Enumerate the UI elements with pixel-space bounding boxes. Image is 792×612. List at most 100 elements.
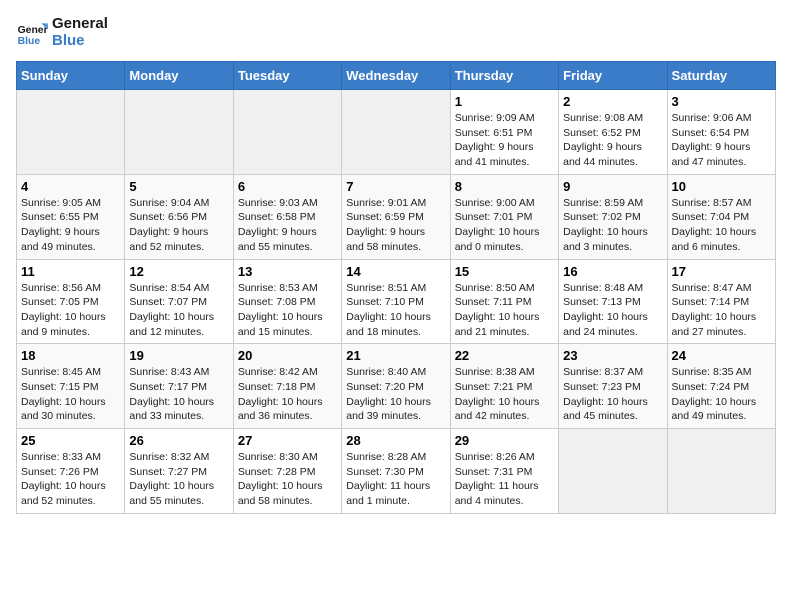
day-number: 15 (455, 264, 554, 279)
day-info: Sunrise: 8:37 AM Sunset: 7:23 PM Dayligh… (563, 365, 662, 424)
day-info: Sunrise: 8:35 AM Sunset: 7:24 PM Dayligh… (672, 365, 771, 424)
day-number: 9 (563, 179, 662, 194)
calendar-cell: 18 Sunrise: 8:45 AM Sunset: 7:15 PM Dayli… (17, 344, 125, 429)
svg-text:Blue: Blue (18, 36, 41, 47)
day-info: Sunrise: 9:05 AM Sunset: 6:55 PM Dayligh… (21, 196, 120, 255)
day-info: Sunrise: 8:26 AM Sunset: 7:31 PM Dayligh… (455, 450, 554, 509)
day-number: 2 (563, 94, 662, 109)
calendar-cell: 15 Sunrise: 8:50 AM Sunset: 7:11 PM Dayli… (450, 259, 558, 344)
day-info: Sunrise: 8:45 AM Sunset: 7:15 PM Dayligh… (21, 365, 120, 424)
weekday-header-saturday: Saturday (667, 62, 775, 90)
day-number: 4 (21, 179, 120, 194)
day-number: 5 (129, 179, 228, 194)
day-number: 26 (129, 433, 228, 448)
day-number: 22 (455, 348, 554, 363)
day-number: 23 (563, 348, 662, 363)
calendar-cell: 9 Sunrise: 8:59 AM Sunset: 7:02 PM Daylig… (559, 174, 667, 259)
calendar-cell: 26 Sunrise: 8:32 AM Sunset: 7:27 PM Dayli… (125, 429, 233, 514)
day-info: Sunrise: 8:32 AM Sunset: 7:27 PM Dayligh… (129, 450, 228, 509)
day-number: 14 (346, 264, 445, 279)
day-info: Sunrise: 8:30 AM Sunset: 7:28 PM Dayligh… (238, 450, 337, 509)
day-info: Sunrise: 9:09 AM Sunset: 6:51 PM Dayligh… (455, 111, 554, 170)
day-info: Sunrise: 9:03 AM Sunset: 6:58 PM Dayligh… (238, 196, 337, 255)
day-number: 25 (21, 433, 120, 448)
day-number: 28 (346, 433, 445, 448)
day-number: 16 (563, 264, 662, 279)
day-number: 12 (129, 264, 228, 279)
calendar-cell (667, 429, 775, 514)
calendar-cell: 7Sunrise: 9:01 AM Sunset: 6:59 PM Daylig… (342, 174, 450, 259)
day-number: 1 (455, 94, 554, 109)
calendar-cell: 2Sunrise: 9:08 AM Sunset: 6:52 PM Daylig… (559, 90, 667, 175)
calendar-cell: 25 Sunrise: 8:33 AM Sunset: 7:26 PM Dayli… (17, 429, 125, 514)
day-number: 18 (21, 348, 120, 363)
day-number: 20 (238, 348, 337, 363)
calendar-cell: 8 Sunrise: 9:00 AM Sunset: 7:01 PM Daylig… (450, 174, 558, 259)
calendar-cell: 4 Sunrise: 9:05 AM Sunset: 6:55 PM Daylig… (17, 174, 125, 259)
calendar-cell: 10 Sunrise: 8:57 AM Sunset: 7:04 PM Dayli… (667, 174, 775, 259)
day-info: Sunrise: 8:33 AM Sunset: 7:26 PM Dayligh… (21, 450, 120, 509)
calendar-cell: 24 Sunrise: 8:35 AM Sunset: 7:24 PM Dayli… (667, 344, 775, 429)
calendar-cell (233, 90, 341, 175)
day-info: Sunrise: 8:47 AM Sunset: 7:14 PM Dayligh… (672, 281, 771, 340)
day-info: Sunrise: 8:59 AM Sunset: 7:02 PM Dayligh… (563, 196, 662, 255)
logo-icon: General Blue (16, 17, 48, 49)
calendar-cell: 12 Sunrise: 8:54 AM Sunset: 7:07 PM Dayli… (125, 259, 233, 344)
day-info: Sunrise: 8:40 AM Sunset: 7:20 PM Dayligh… (346, 365, 445, 424)
calendar-cell: 17 Sunrise: 8:47 AM Sunset: 7:14 PM Dayli… (667, 259, 775, 344)
weekday-header-tuesday: Tuesday (233, 62, 341, 90)
calendar-week-1: 1 Sunrise: 9:09 AM Sunset: 6:51 PM Daylig… (17, 90, 776, 175)
day-number: 24 (672, 348, 771, 363)
weekday-header-friday: Friday (559, 62, 667, 90)
day-info: Sunrise: 8:50 AM Sunset: 7:11 PM Dayligh… (455, 281, 554, 340)
day-info: Sunrise: 8:54 AM Sunset: 7:07 PM Dayligh… (129, 281, 228, 340)
calendar-cell: 5 Sunrise: 9:04 AM Sunset: 6:56 PM Daylig… (125, 174, 233, 259)
day-number: 11 (21, 264, 120, 279)
day-info: Sunrise: 8:57 AM Sunset: 7:04 PM Dayligh… (672, 196, 771, 255)
day-info: Sunrise: 8:28 AM Sunset: 7:30 PM Dayligh… (346, 450, 445, 509)
day-info: Sunrise: 8:38 AM Sunset: 7:21 PM Dayligh… (455, 365, 554, 424)
calendar-cell: 21Sunrise: 8:40 AM Sunset: 7:20 PM Dayli… (342, 344, 450, 429)
calendar-cell: 29 Sunrise: 8:26 AM Sunset: 7:31 PM Dayli… (450, 429, 558, 514)
logo-general-text: General (52, 16, 108, 33)
day-number: 27 (238, 433, 337, 448)
day-number: 17 (672, 264, 771, 279)
svg-text:General: General (18, 25, 48, 36)
weekday-header-wednesday: Wednesday (342, 62, 450, 90)
calendar-table: SundayMondayTuesdayWednesdayThursdayFrid… (16, 61, 776, 514)
day-info: Sunrise: 9:01 AM Sunset: 6:59 PM Dayligh… (346, 196, 445, 255)
calendar-week-3: 11 Sunrise: 8:56 AM Sunset: 7:05 PM Dayli… (17, 259, 776, 344)
day-info: Sunrise: 8:51 AM Sunset: 7:10 PM Dayligh… (346, 281, 445, 340)
calendar-cell: 14 Sunrise: 8:51 AM Sunset: 7:10 PM Dayli… (342, 259, 450, 344)
calendar-cell: 20 Sunrise: 8:42 AM Sunset: 7:18 PM Dayli… (233, 344, 341, 429)
calendar-cell (559, 429, 667, 514)
day-info: Sunrise: 8:42 AM Sunset: 7:18 PM Dayligh… (238, 365, 337, 424)
day-number: 6 (238, 179, 337, 194)
day-info: Sunrise: 8:56 AM Sunset: 7:05 PM Dayligh… (21, 281, 120, 340)
page-header: General Blue General Blue (16, 16, 776, 49)
calendar-cell: 28 Sunrise: 8:28 AM Sunset: 7:30 PM Dayli… (342, 429, 450, 514)
calendar-week-4: 18 Sunrise: 8:45 AM Sunset: 7:15 PM Dayli… (17, 344, 776, 429)
calendar-week-5: 25 Sunrise: 8:33 AM Sunset: 7:26 PM Dayli… (17, 429, 776, 514)
day-info: Sunrise: 8:48 AM Sunset: 7:13 PM Dayligh… (563, 281, 662, 340)
calendar-week-2: 4 Sunrise: 9:05 AM Sunset: 6:55 PM Daylig… (17, 174, 776, 259)
day-info: Sunrise: 8:53 AM Sunset: 7:08 PM Dayligh… (238, 281, 337, 340)
calendar-cell (342, 90, 450, 175)
day-number: 13 (238, 264, 337, 279)
weekday-header-thursday: Thursday (450, 62, 558, 90)
calendar-cell: 13 Sunrise: 8:53 AM Sunset: 7:08 PM Dayli… (233, 259, 341, 344)
calendar-cell: 23 Sunrise: 8:37 AM Sunset: 7:23 PM Dayli… (559, 344, 667, 429)
calendar-cell: 27 Sunrise: 8:30 AM Sunset: 7:28 PM Dayli… (233, 429, 341, 514)
weekday-header-sunday: Sunday (17, 62, 125, 90)
day-number: 10 (672, 179, 771, 194)
day-number: 8 (455, 179, 554, 194)
calendar-cell: 1 Sunrise: 9:09 AM Sunset: 6:51 PM Daylig… (450, 90, 558, 175)
day-number: 29 (455, 433, 554, 448)
day-number: 3 (672, 94, 771, 109)
calendar-cell: 3 Sunrise: 9:06 AM Sunset: 6:54 PM Daylig… (667, 90, 775, 175)
day-info: Sunrise: 9:06 AM Sunset: 6:54 PM Dayligh… (672, 111, 771, 170)
day-info: Sunrise: 9:04 AM Sunset: 6:56 PM Dayligh… (129, 196, 228, 255)
day-number: 19 (129, 348, 228, 363)
day-info: Sunrise: 9:00 AM Sunset: 7:01 PM Dayligh… (455, 196, 554, 255)
calendar-cell: 6 Sunrise: 9:03 AM Sunset: 6:58 PM Daylig… (233, 174, 341, 259)
